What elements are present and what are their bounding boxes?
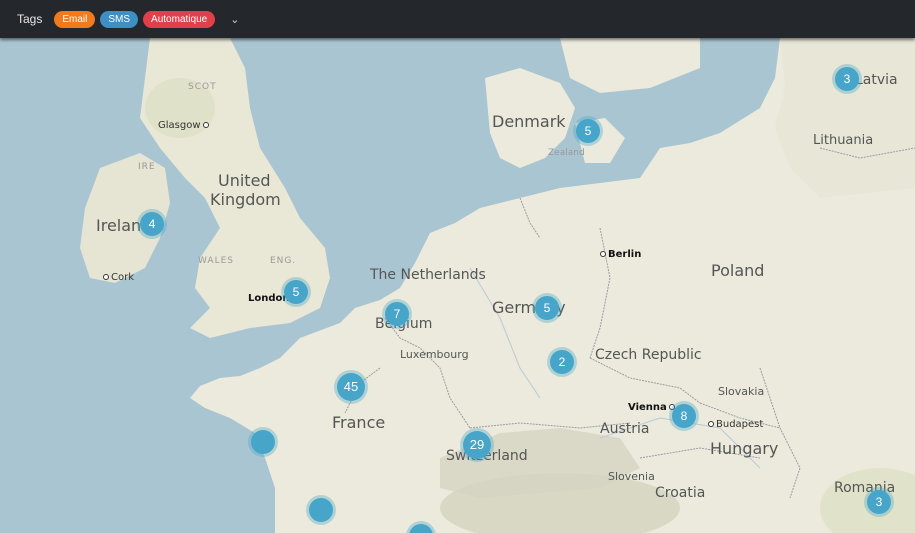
- label-lithuania: Lithuania: [813, 133, 874, 148]
- cluster-marker-southwest-france[interactable]: [309, 498, 333, 522]
- label-poland: Poland: [711, 261, 765, 280]
- cluster-marker-switzerland[interactable]: 29: [463, 431, 491, 459]
- label-budapest: Budapest: [708, 419, 763, 430]
- cluster-marker-czech[interactable]: 2: [550, 350, 574, 374]
- label-slovakia: Slovakia: [718, 385, 765, 398]
- cluster-marker-latvia[interactable]: 3: [835, 67, 859, 91]
- cluster-marker-london[interactable]: 5: [284, 280, 308, 304]
- label-hungary: Hungary: [710, 439, 779, 458]
- tag-email[interactable]: Email: [54, 10, 96, 28]
- label-scot: SCOT: [188, 82, 217, 92]
- cluster-marker-west-france[interactable]: [251, 430, 275, 454]
- label-france: France: [332, 413, 386, 432]
- label-netherlands: The Netherlands: [370, 267, 486, 283]
- map-view[interactable]: Denmark Zealand Latvia Lithuania SCOT Gl…: [0, 38, 915, 533]
- label-eng: ENG.: [270, 256, 297, 266]
- label-austria: Austria: [600, 421, 650, 437]
- label-glasgow: Glasgow: [158, 120, 211, 131]
- label-denmark: Denmark: [492, 112, 566, 131]
- cluster-marker-ireland[interactable]: 4: [140, 212, 164, 236]
- label-united: United: [218, 171, 271, 190]
- label-vienna: Vienna: [628, 402, 677, 413]
- cluster-marker-france[interactable]: 45: [337, 373, 365, 401]
- label-luxembourg: Luxembourg: [400, 348, 469, 361]
- cluster-marker-belgium[interactable]: 7: [385, 302, 409, 326]
- label-wales: WALES: [198, 256, 234, 266]
- label-latvia: Latvia: [855, 72, 898, 88]
- cluster-marker-vienna[interactable]: 8: [672, 404, 696, 428]
- tags-label: Tags: [17, 12, 43, 26]
- tag-sms[interactable]: SMS: [100, 10, 139, 28]
- label-zealand: Zealand: [548, 148, 585, 158]
- cluster-marker-denmark[interactable]: 5: [576, 119, 600, 143]
- label-cork: Cork: [103, 272, 134, 283]
- label-london: London: [248, 293, 290, 304]
- tag-automatique[interactable]: Automatique: [143, 10, 216, 28]
- label-czech: Czech Republic: [595, 347, 702, 363]
- label-croatia: Croatia: [655, 485, 706, 501]
- chevron-down-icon[interactable]: ⌄: [230, 13, 239, 26]
- label-berlin: Berlin: [600, 249, 641, 260]
- cluster-marker-romania[interactable]: 3: [867, 490, 891, 514]
- label-kingdom: Kingdom: [210, 190, 281, 209]
- label-slovenia: Slovenia: [608, 470, 655, 483]
- label-ire: IRE: [138, 162, 156, 172]
- tags-toolbar: Tags Email SMS Automatique ⌄: [0, 0, 915, 38]
- cluster-marker-germany[interactable]: 5: [535, 296, 559, 320]
